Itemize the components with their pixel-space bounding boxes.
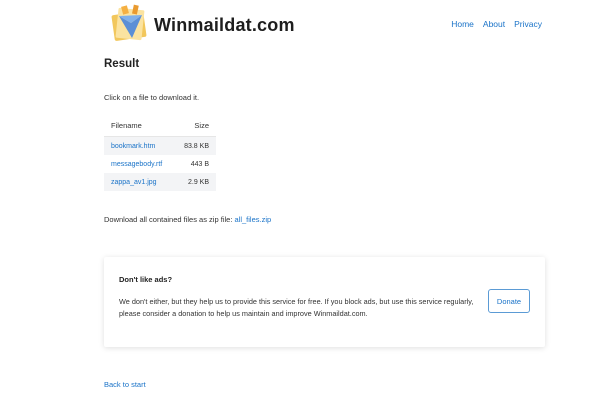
table-row: bookmark.htm 83.8 KB [104, 136, 216, 155]
file-link-messagebody[interactable]: messagebody.rtf [111, 161, 162, 168]
donation-text: We don't either, but they help us to pro… [119, 297, 474, 318]
file-link-zappa[interactable]: zappa_av1.jpg [111, 179, 157, 186]
nav-about-link[interactable]: About [483, 19, 505, 29]
site-logo[interactable]: Winmaildat.com [108, 3, 295, 47]
file-size: 443 B [190, 160, 209, 168]
file-table-header: Filename Size [104, 115, 216, 137]
download-instruction: Click on a file to download it. [104, 93, 200, 102]
envelope-logo-icon [108, 3, 152, 47]
file-size: 2.9 KB [174, 173, 216, 191]
back-to-start-link[interactable]: Back to start [104, 380, 146, 389]
file-size: 83.8 KB [174, 136, 216, 155]
nav-home-link[interactable]: Home [451, 19, 474, 29]
donation-title: Don't like ads? [119, 275, 173, 284]
table-row: zappa_av1.jpg 2.9 KB [104, 173, 216, 191]
zip-download-link[interactable]: all_files.zip [235, 215, 272, 224]
page: Winmaildat.com Home About Privacy Result… [0, 0, 610, 406]
file-link-bookmark[interactable]: bookmark.htm [111, 143, 155, 150]
top-nav: Home About Privacy [451, 19, 542, 29]
table-row: messagebody.rtf 443 B [104, 155, 216, 173]
size-column-header: Size [174, 115, 216, 137]
zip-download-line: Download all contained files as zip file… [104, 215, 271, 224]
nav-privacy-link[interactable]: Privacy [514, 19, 542, 29]
filename-column-header: Filename [104, 115, 175, 137]
zip-download-text: Download all contained files as zip file… [104, 215, 233, 224]
page-title: Result [104, 58, 140, 70]
brand-name: Winmaildat.com [154, 14, 295, 35]
donate-button[interactable]: Donate [488, 289, 530, 313]
file-table: Filename Size bookmark.htm 83.8 KB messa… [104, 115, 216, 191]
donation-box: Don't like ads? We don't either, but the… [104, 257, 545, 347]
